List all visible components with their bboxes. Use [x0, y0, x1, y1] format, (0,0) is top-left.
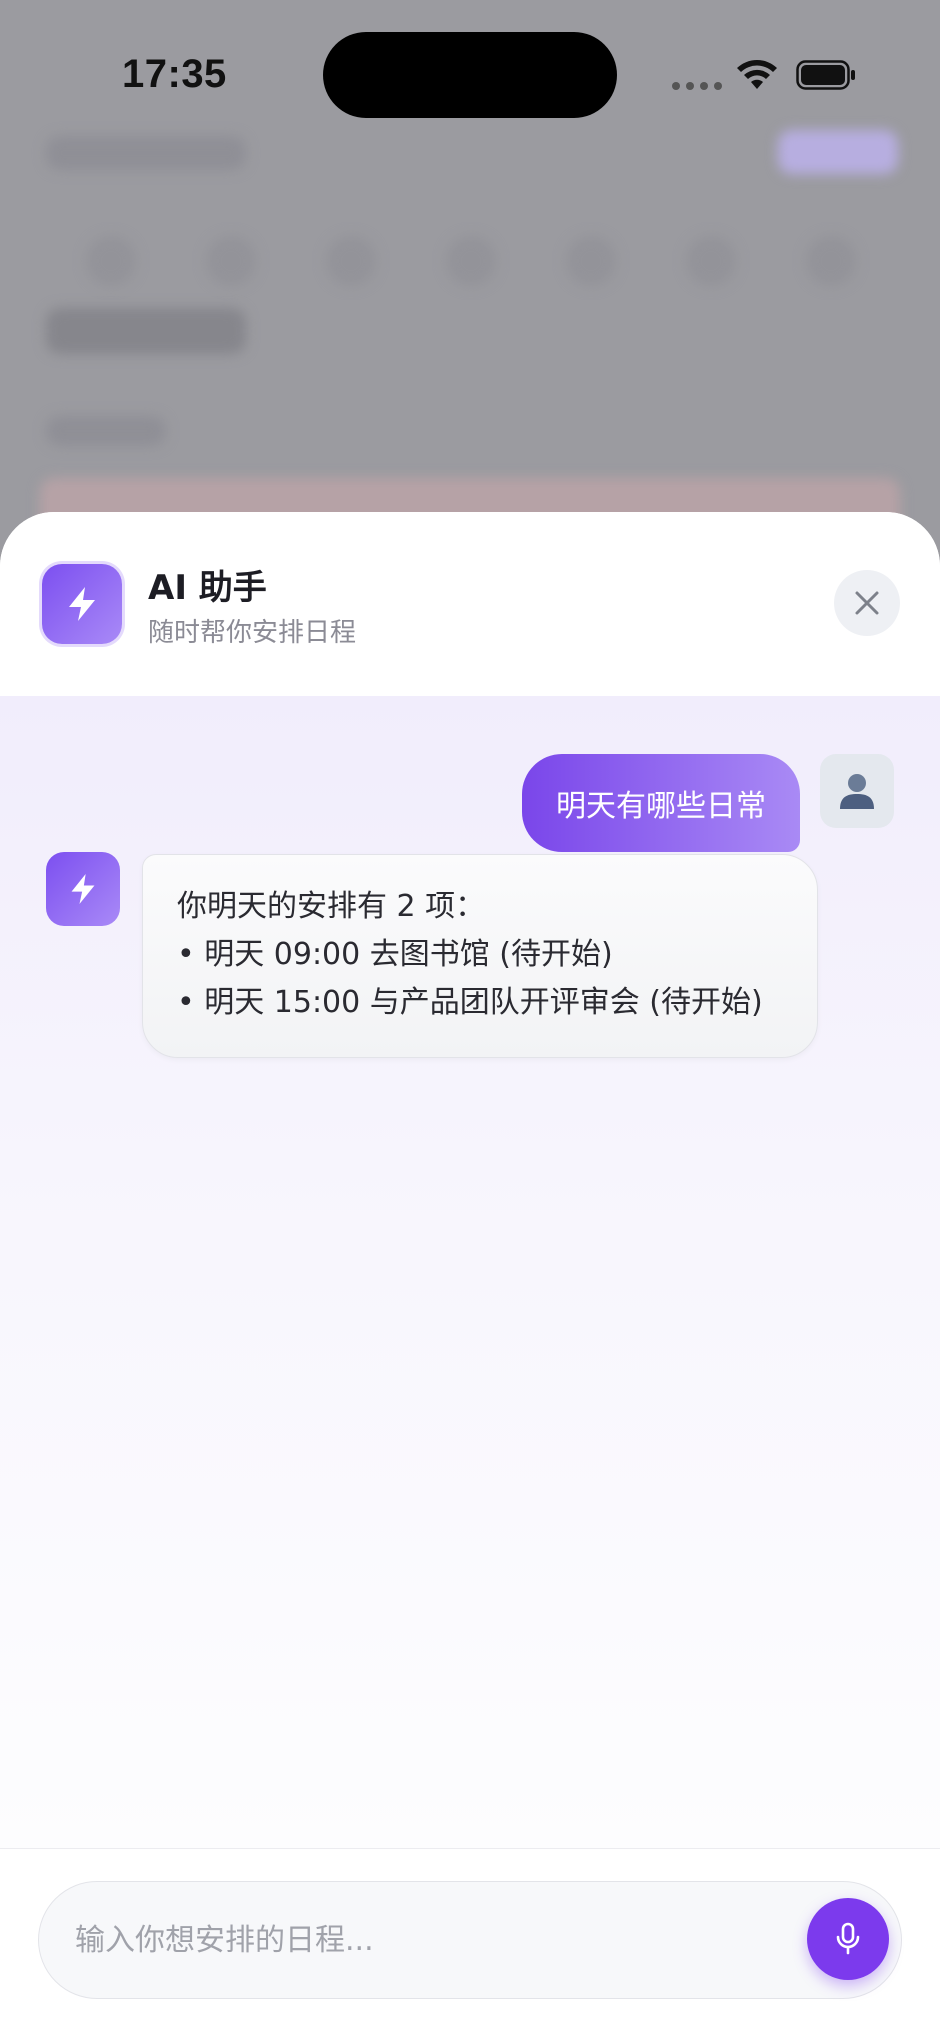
background-day-blur — [686, 236, 736, 286]
assistant-avatar-icon — [46, 852, 120, 926]
composer-bar — [0, 1848, 940, 2044]
microphone-icon — [836, 1922, 860, 1955]
close-button[interactable] — [834, 570, 900, 636]
message-input-container — [38, 1881, 902, 1999]
lightning-icon — [42, 564, 122, 644]
wifi-icon — [737, 60, 777, 89]
sheet-header: AI 助手 随时帮你安排日程 — [0, 512, 940, 696]
background-day-blur — [446, 236, 496, 286]
assistant-subtitle: 随时帮你安排日程 — [148, 618, 357, 648]
assistant-message-line: • 明天 15:00 与产品团队开评审会 (待开始) — [177, 985, 763, 1020]
dynamic-island — [323, 32, 617, 118]
assistant-title: AI 助手 — [148, 568, 267, 608]
status-bar: 17:35 — [0, 0, 940, 150]
ai-assistant-sheet: AI 助手 随时帮你安排日程 明天有哪些日常 你明天的安排有 2 项： • 明天… — [0, 512, 940, 2044]
user-avatar-icon — [820, 754, 894, 828]
assistant-message-bubble: 你明天的安排有 2 项： • 明天 09:00 去图书馆 (待开始) • 明天 … — [142, 854, 818, 1058]
user-message-bubble: 明天有哪些日常 — [522, 754, 800, 852]
background-day-blur — [326, 236, 376, 286]
background-day-blur — [566, 236, 616, 286]
close-icon — [855, 591, 879, 615]
cellular-signal-icon — [672, 82, 722, 90]
background-day-blur — [806, 236, 856, 286]
voice-input-button[interactable] — [807, 1898, 889, 1980]
background-subtitle-blur — [46, 416, 166, 446]
assistant-message-line: 你明天的安排有 2 项： — [177, 889, 486, 924]
background-month-blur — [46, 308, 246, 354]
battery-icon — [796, 60, 855, 90]
chat-area[interactable]: 明天有哪些日常 你明天的安排有 2 项： • 明天 09:00 去图书馆 (待开… — [0, 696, 940, 1848]
message-input[interactable] — [75, 1882, 795, 1998]
assistant-message-line: • 明天 09:00 去图书馆 (待开始) — [177, 937, 613, 972]
status-time: 17:35 — [122, 52, 227, 96]
background-day-blur — [206, 236, 256, 286]
background-day-blur — [86, 236, 136, 286]
